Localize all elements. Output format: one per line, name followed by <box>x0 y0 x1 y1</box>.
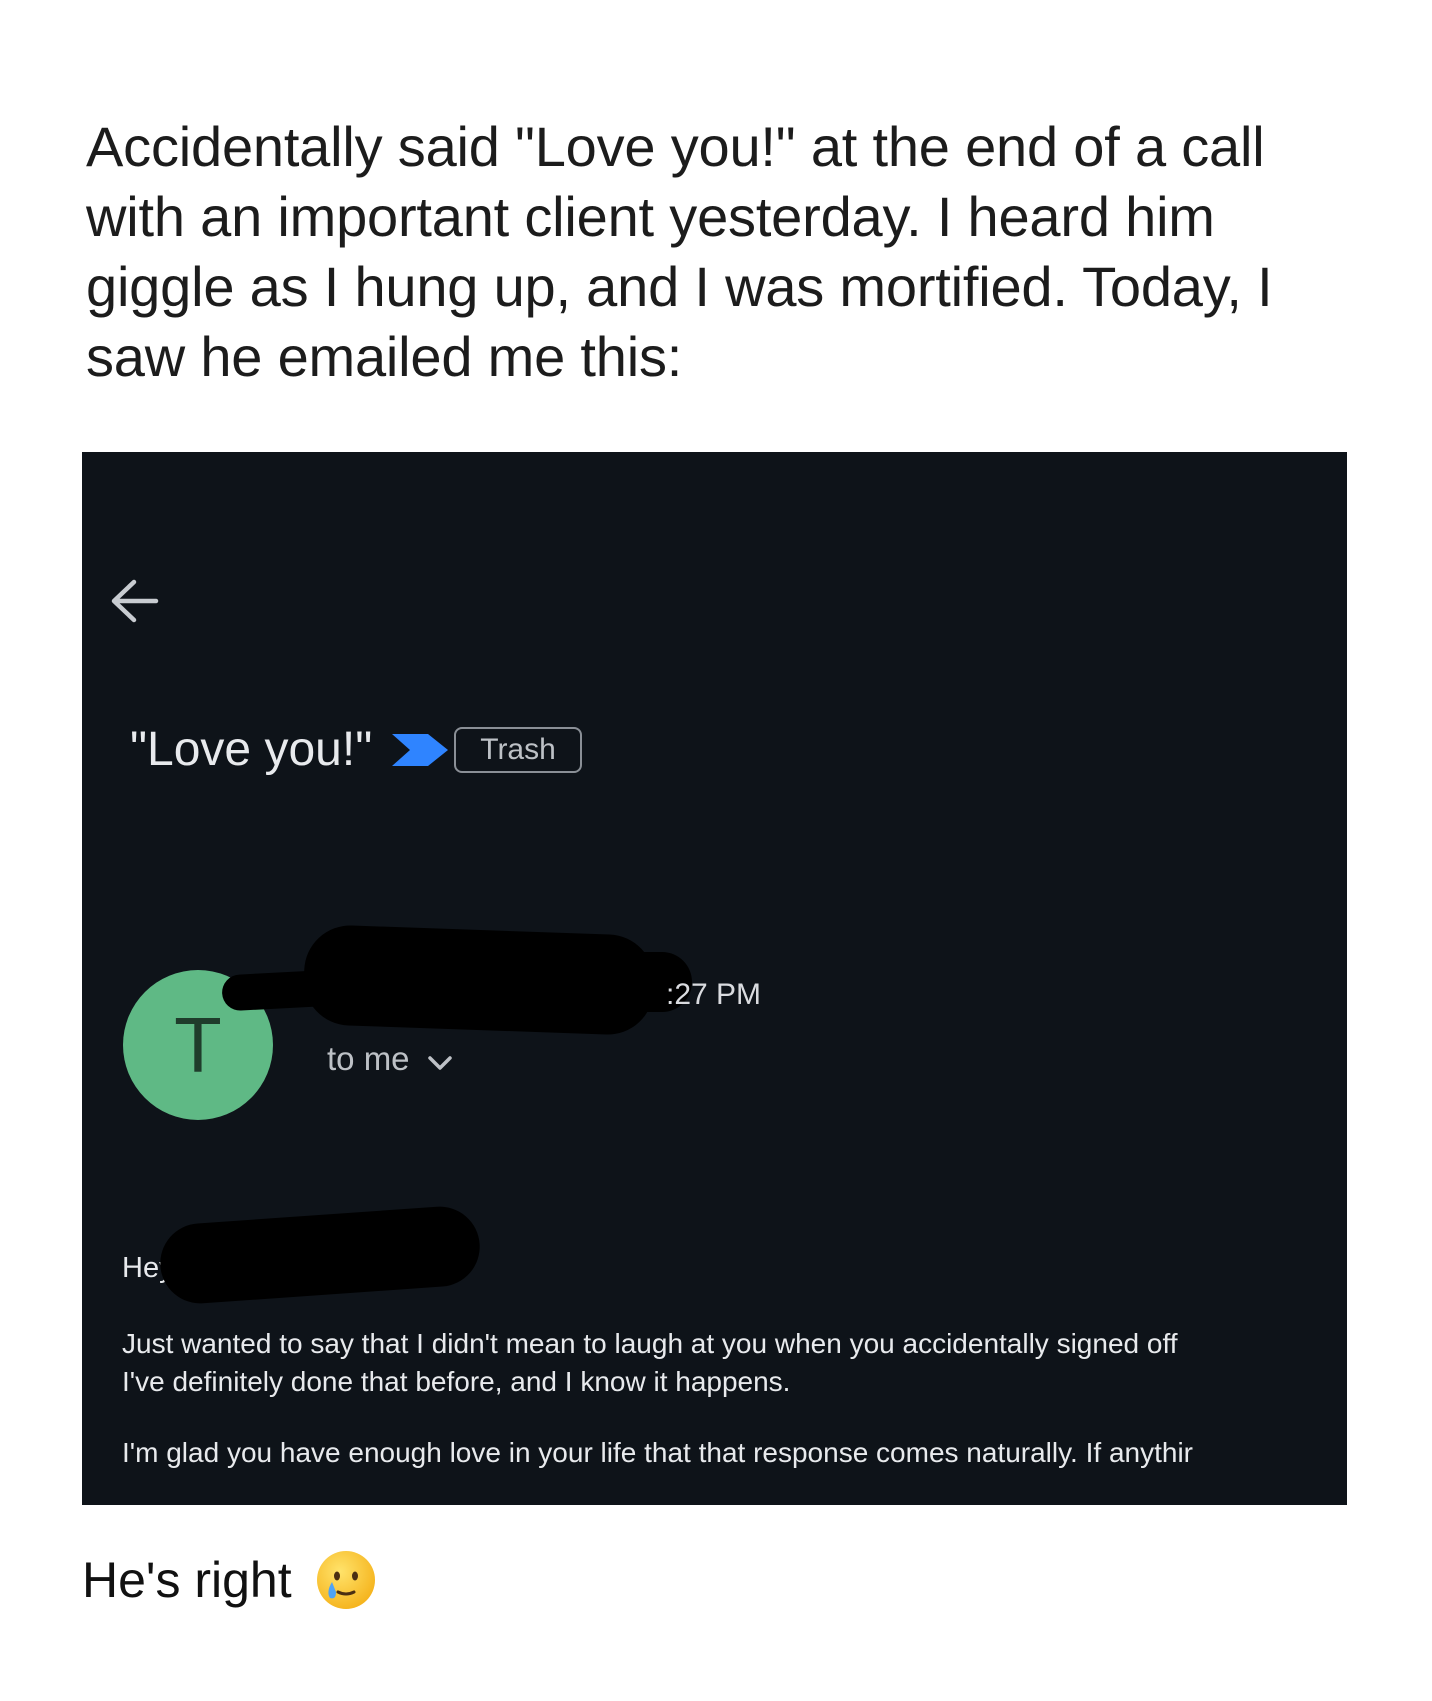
redaction-mark <box>157 1203 483 1307</box>
email-line: I've definitely done that before, and I … <box>122 1366 791 1397</box>
email-line: Just wanted to say that I didn't mean to… <box>122 1328 1178 1359</box>
email-time: :27 PM <box>666 978 762 1011</box>
email-subject: "Love you!" <box>130 723 373 776</box>
footer-text: He's right <box>82 1552 292 1608</box>
footer-caption: He's right <box>82 1548 378 1612</box>
email-paragraph: Just wanted to say that I didn't mean to… <box>122 1325 1178 1401</box>
importance-marker-icon[interactable] <box>390 732 450 768</box>
redaction-mark <box>362 952 692 1012</box>
subject-row: "Love you!" Trash <box>130 722 582 777</box>
crying-smiling-face-emoji-icon <box>316 1551 375 1609</box>
email-paragraph: I'm glad you have enough love in your li… <box>122 1434 1193 1472</box>
email-line: I'm glad you have enough love in your li… <box>122 1437 1193 1468</box>
email-screenshot: "Love you!" Trash T :27 PM to me Hey . J… <box>82 452 1347 1505</box>
arrow-left-icon[interactable] <box>104 574 164 628</box>
chevron-down-icon[interactable] <box>426 1053 454 1073</box>
recipient-label: to me <box>327 1040 410 1077</box>
post-caption: Accidentally said "Love you!" at the end… <box>86 115 1273 388</box>
recipient-details-toggle[interactable]: to me <box>327 1040 454 1078</box>
label-chip-trash[interactable]: Trash <box>454 726 582 773</box>
